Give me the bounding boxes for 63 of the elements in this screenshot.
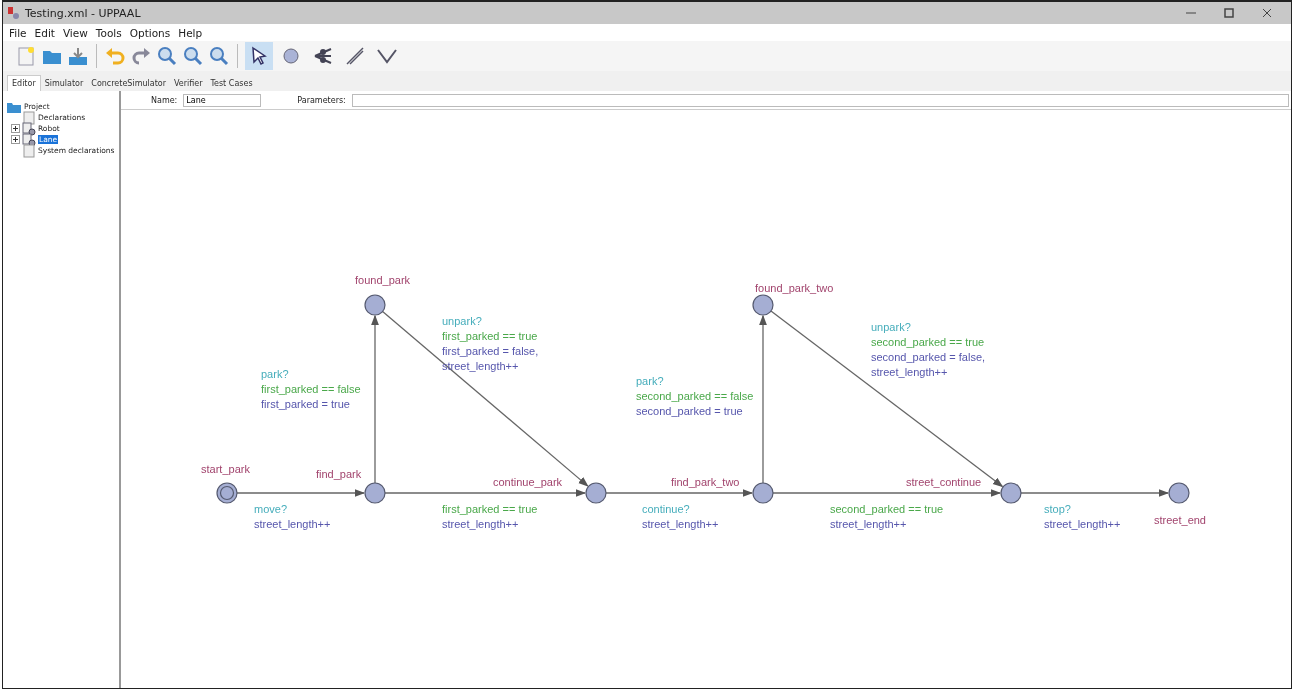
- tab[interactable]: Simulator: [40, 76, 88, 91]
- edge-label: first_parked = true: [261, 398, 350, 410]
- name-label: Name:: [151, 95, 178, 105]
- edge-label: street_length++: [1044, 518, 1121, 530]
- edge-label: first_parked == false: [261, 383, 361, 395]
- menu-item[interactable]: View: [62, 26, 88, 39]
- location-name: found_park: [355, 274, 411, 286]
- maximize-icon[interactable]: [1223, 7, 1235, 19]
- menu-item[interactable]: Options: [129, 26, 171, 39]
- menu-item[interactable]: Tools: [95, 26, 122, 39]
- redo-icon[interactable]: [130, 45, 152, 67]
- document-icon: [22, 110, 36, 125]
- edge-label: second_parked = false,: [871, 351, 986, 363]
- location-name: start_park: [201, 463, 250, 475]
- edge-label: street_length++: [254, 518, 331, 530]
- edge-label: street_length++: [442, 518, 519, 530]
- edge-label: stop?: [1044, 503, 1071, 515]
- edge-label: second_parked == false: [636, 390, 754, 402]
- edge-label: first_parked = false,: [442, 345, 539, 357]
- parameters-label: Parameters:: [297, 95, 346, 105]
- location-name: found_park_two: [755, 282, 834, 294]
- folder-icon: [6, 100, 22, 113]
- edge-label: first_parked == true: [442, 330, 538, 342]
- zoom-icon[interactable]: [182, 45, 204, 67]
- edge-label: first_parked == true: [442, 503, 538, 515]
- document-icon: [22, 143, 36, 158]
- expand-icon[interactable]: [11, 124, 20, 133]
- location-name: find_park_two: [671, 476, 740, 488]
- edge-label: unpark?: [871, 321, 911, 333]
- edge-label: street_length++: [871, 366, 948, 378]
- location-name: find_park: [316, 468, 362, 480]
- edge-label: second_parked == true: [830, 503, 944, 515]
- location-name: continue_park: [493, 476, 563, 488]
- edge-label: continue?: [642, 503, 690, 515]
- app-icon: [7, 6, 21, 20]
- name-field[interactable]: Lane: [183, 93, 262, 107]
- template-icon: [22, 132, 36, 147]
- window-title: Testing.xml - UPPAAL: [25, 6, 141, 20]
- edge-label: second_parked = true: [636, 405, 743, 417]
- tab[interactable]: Verifier: [169, 76, 207, 91]
- menu-item[interactable]: Help: [178, 26, 203, 39]
- edge-label: unpark?: [442, 315, 482, 327]
- edge-label: park?: [261, 368, 289, 380]
- tab[interactable]: Test Cases: [206, 76, 257, 91]
- location-name: street_end: [1154, 514, 1206, 526]
- tab[interactable]: Editor: [7, 75, 41, 91]
- parameters-field[interactable]: [351, 93, 1289, 107]
- tab[interactable]: ConcreteSimulator: [87, 76, 170, 91]
- save-icon[interactable]: [67, 45, 89, 67]
- expand-icon[interactable]: [11, 135, 20, 144]
- menu-item[interactable]: Edit: [34, 26, 55, 39]
- edge-label: street_length++: [642, 518, 719, 530]
- edge-label: park?: [636, 375, 664, 387]
- zoom-icon[interactable]: [156, 45, 178, 67]
- template-icon: [22, 121, 36, 136]
- select-icon[interactable]: [245, 42, 273, 70]
- close-icon[interactable]: [1261, 7, 1273, 19]
- edge-label: street_length++: [830, 518, 907, 530]
- location-name: street_continue: [906, 476, 982, 488]
- edge-label: move?: [254, 503, 288, 515]
- zoom-icon[interactable]: [208, 45, 230, 67]
- edge-label: second_parked == true: [871, 336, 985, 348]
- menu-item[interactable]: File: [9, 26, 27, 39]
